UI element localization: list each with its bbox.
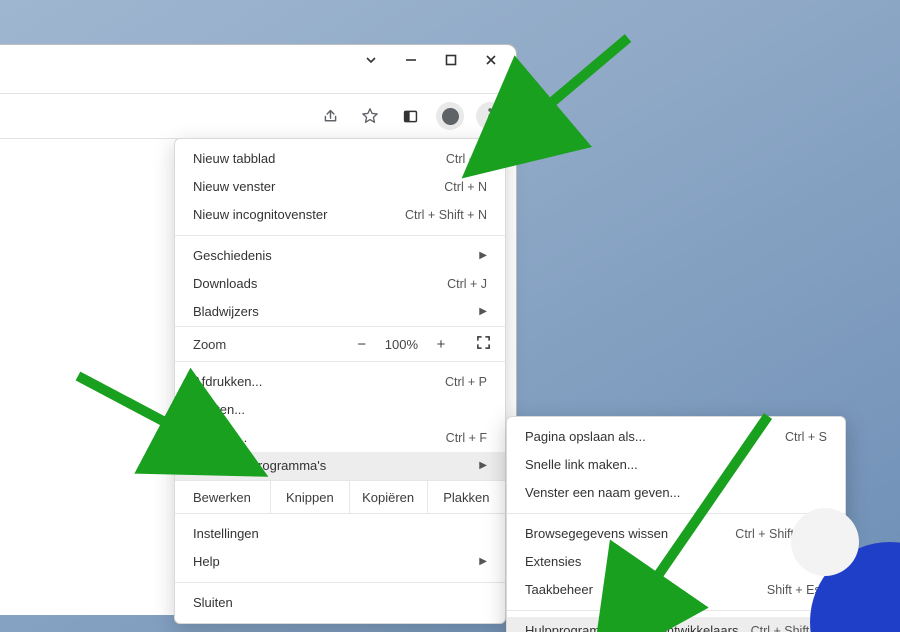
- annotation-arrow: [528, 32, 638, 135]
- side-panel-icon[interactable]: [396, 102, 424, 130]
- menu-item-label: Afdrukken...: [193, 368, 262, 396]
- shortcut-text: Ctrl + F: [446, 424, 487, 452]
- menu-print[interactable]: Afdrukken... Ctrl + P: [175, 368, 505, 396]
- menu-item-label: Nieuw venster: [193, 173, 275, 201]
- browser-toolbar: [0, 93, 516, 139]
- menu-item-label: Geschiedenis: [193, 242, 272, 270]
- menu-edit-row: Bewerken Knippen Kopiëren Plakken: [175, 480, 505, 514]
- edit-paste-button[interactable]: Plakken: [427, 481, 505, 513]
- menu-separator: [175, 235, 505, 236]
- shortcut-text: Ctrl + P: [445, 368, 487, 396]
- window-controls: [364, 53, 498, 67]
- submenu-arrow-icon: ▶: [479, 452, 487, 480]
- edit-label: Bewerken: [175, 481, 270, 513]
- submenu-arrow-icon: ▶: [479, 548, 487, 576]
- menu-item-label: Bladwijzers: [193, 298, 259, 326]
- menu-incognito[interactable]: Nieuw incognitovenster Ctrl + Shift + N: [175, 201, 505, 229]
- menu-item-label: Taakbeheer: [525, 576, 593, 604]
- profile-avatar-icon[interactable]: [436, 102, 464, 130]
- menu-item-label: Instellingen: [193, 520, 259, 548]
- shortcut-text: Ctrl + J: [447, 270, 487, 298]
- menu-settings[interactable]: Instellingen: [175, 520, 505, 548]
- tab-dropdown-icon[interactable]: [364, 53, 378, 67]
- menu-item-label: Meer hulpprogramma's: [193, 452, 326, 480]
- menu-item-label: Venster een naam geven...: [525, 479, 680, 507]
- menu-item-label: Nieuw incognitovenster: [193, 201, 327, 229]
- menu-item-label: Zoeken...: [193, 424, 247, 452]
- menu-new-tab[interactable]: Nieuw tabblad Ctrl + T: [175, 145, 505, 173]
- menu-help[interactable]: Help ▶: [175, 548, 505, 576]
- shortcut-text: Ctrl + N: [444, 173, 487, 201]
- shortcut-text: Ctrl + Shift + N: [405, 201, 487, 229]
- submenu-arrow-icon: ▶: [479, 298, 487, 326]
- maximize-button[interactable]: [444, 53, 458, 67]
- shortcut-text: Ctrl + S: [785, 423, 827, 451]
- edit-copy-button[interactable]: Kopiëren: [349, 481, 427, 513]
- menu-item-label: Nieuw tabblad: [193, 145, 275, 173]
- zoom-out-button[interactable]: −: [353, 336, 371, 353]
- zoom-in-button[interactable]: +: [432, 336, 450, 353]
- kebab-menu-icon[interactable]: [476, 102, 504, 130]
- menu-bookmarks[interactable]: Bladwijzers ▶: [175, 298, 505, 326]
- menu-exit[interactable]: Sluiten: [175, 589, 505, 617]
- menu-new-window[interactable]: Nieuw venster Ctrl + N: [175, 173, 505, 201]
- submenu-arrow-icon: ▶: [479, 242, 487, 270]
- menu-item-label: Hulpprogramma's voor ontwikkelaars: [525, 617, 738, 632]
- minimize-button[interactable]: [404, 53, 418, 67]
- menu-item-label: Casten...: [193, 396, 245, 424]
- fullscreen-icon[interactable]: [476, 335, 491, 353]
- close-window-button[interactable]: [484, 53, 498, 67]
- bookmark-star-icon[interactable]: [356, 102, 384, 130]
- submenu-save-as[interactable]: Pagina opslaan als... Ctrl + S: [507, 423, 845, 451]
- shortcut-text: Ctrl + T: [446, 145, 487, 173]
- menu-item-label: Snelle link maken...: [525, 451, 638, 479]
- menu-downloads[interactable]: Downloads Ctrl + J: [175, 270, 505, 298]
- menu-item-label: Downloads: [193, 270, 257, 298]
- menu-history[interactable]: Geschiedenis ▶: [175, 242, 505, 270]
- menu-separator: [175, 582, 505, 583]
- menu-item-label: Browsegegevens wissen: [525, 520, 668, 548]
- menu-item-label: Pagina opslaan als...: [525, 423, 646, 451]
- menu-more-tools[interactable]: Meer hulpprogramma's ▶: [175, 452, 505, 480]
- share-icon[interactable]: [316, 102, 344, 130]
- menu-item-label: Sluiten: [193, 589, 233, 617]
- menu-cast[interactable]: Casten...: [175, 396, 505, 424]
- chrome-main-menu: Nieuw tabblad Ctrl + T Nieuw venster Ctrl …: [174, 138, 506, 624]
- menu-zoom-row: Zoom − 100% +: [175, 326, 505, 362]
- desktop-wallpaper-decoration: [770, 502, 900, 632]
- zoom-value: 100%: [385, 337, 418, 352]
- menu-item-label: Zoom: [193, 337, 226, 352]
- submenu-create-shortcut[interactable]: Snelle link maken...: [507, 451, 845, 479]
- menu-item-label: Help: [193, 548, 220, 576]
- menu-item-label: Extensies: [525, 548, 581, 576]
- menu-find[interactable]: Zoeken... Ctrl + F: [175, 424, 505, 452]
- edit-cut-button[interactable]: Knippen: [270, 481, 348, 513]
